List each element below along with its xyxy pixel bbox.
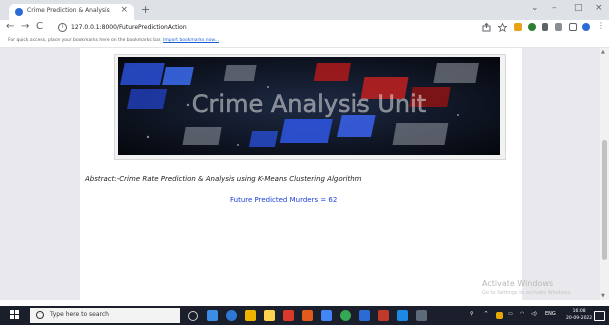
app-icon-orange[interactable]	[302, 310, 313, 321]
clock-date: 20-09-2022	[566, 316, 593, 321]
page-side-margin-left	[0, 48, 80, 300]
reload-button[interactable]: C	[36, 21, 43, 32]
chrome-icon[interactable]	[340, 310, 351, 321]
taskbar-clock[interactable]: 16:08 20-09-2022	[566, 308, 592, 322]
import-bookmarks-link[interactable]: Import bookmarks now...	[163, 38, 219, 43]
folder-icon[interactable]	[264, 310, 275, 321]
close-window-button[interactable]: ×	[595, 3, 603, 13]
cortana-icon[interactable]	[188, 311, 198, 321]
bookmarks-bar: For quick access, place your bookmarks h…	[0, 37, 609, 48]
browser-toolbar: ← → C i 127.0.0.1:8000/FuturePredictionA…	[0, 20, 609, 37]
tray-chevron-icon[interactable]: ^	[484, 311, 488, 317]
page-viewport: Crime Analysis Unit Abstract:-Crime Rate…	[0, 48, 600, 300]
share-icon[interactable]	[482, 23, 491, 32]
browser-tab[interactable]: Crime Prediction & Analysis ×	[9, 4, 134, 20]
tab-strip: Crime Prediction & Analysis × + ⌄ – □ ×	[0, 0, 609, 20]
site-info-icon[interactable]: i	[58, 23, 67, 32]
edge-icon[interactable]	[226, 310, 237, 321]
url-text[interactable]: 127.0.0.1:8000/FuturePredictionAction	[71, 24, 187, 31]
search-icon	[36, 311, 44, 319]
crime-analysis-banner-image: Crime Analysis Unit	[118, 57, 500, 155]
address-bar[interactable]: i 127.0.0.1:8000/FuturePredictionAction	[53, 21, 433, 35]
new-tab-button[interactable]: +	[141, 3, 150, 16]
clock-time: 16:08	[572, 309, 586, 314]
tray-app-icon[interactable]	[496, 312, 503, 319]
profile-avatar-icon[interactable]	[582, 23, 590, 31]
abstract-text: Abstract:-Crime Rate Prediction & Analys…	[85, 175, 362, 183]
extension-shield-icon[interactable]	[528, 23, 536, 31]
app-icon-grey[interactable]	[416, 310, 427, 321]
minimize-button[interactable]: –	[552, 3, 557, 13]
back-button[interactable]: ←	[6, 21, 14, 32]
banner-text: Crime Analysis Unit	[192, 90, 426, 118]
taskbar-search-input[interactable]: Type here to search	[30, 308, 180, 323]
favicon-icon	[15, 8, 23, 16]
activate-windows-title: Activate Windows	[482, 279, 554, 288]
app-icon-blue[interactable]	[321, 310, 332, 321]
tab-search-icon[interactable]: ⌄	[531, 3, 539, 13]
scrollbar-thumb[interactable]	[602, 140, 607, 260]
tab-close-icon[interactable]: ×	[120, 5, 128, 15]
file-explorer-icon[interactable]	[245, 310, 256, 321]
extension-list-icon[interactable]	[555, 23, 562, 31]
scroll-down-icon[interactable]: ▼	[601, 293, 605, 299]
sidebar-toggle-icon[interactable]	[569, 23, 577, 31]
app-icon-powerpoint[interactable]	[378, 310, 389, 321]
task-view-icon[interactable]	[207, 310, 218, 321]
page-side-margin-right	[522, 48, 600, 300]
app-icon-store[interactable]	[397, 310, 408, 321]
extension-puzzle-icon[interactable]	[542, 23, 548, 31]
extension-icon[interactable]	[514, 23, 522, 31]
app-icon-word[interactable]	[359, 310, 370, 321]
windows-start-icon[interactable]	[10, 310, 20, 320]
tray-volume-icon[interactable]: ◁)	[531, 311, 537, 317]
prediction-result: Future Predicted Murders = 62	[230, 196, 338, 204]
windows-taskbar: Type here to search ⚲ ^ ▭ ◠ ◁) ENG 16:08…	[0, 306, 609, 325]
bookmark-star-icon[interactable]	[498, 23, 507, 32]
maximize-button[interactable]: □	[574, 3, 583, 13]
tray-battery-icon[interactable]: ▭	[508, 311, 513, 317]
menu-kebab-icon[interactable]: ⋮	[597, 21, 605, 30]
tab-title: Crime Prediction & Analysis	[27, 7, 110, 14]
activate-windows-subtitle: Go to Settings to activate Windows.	[482, 290, 572, 296]
scroll-up-icon[interactable]: ▲	[601, 49, 605, 55]
tray-language[interactable]: ENG	[545, 311, 556, 317]
tray-person-icon[interactable]: ⚲	[470, 311, 474, 317]
notification-icon[interactable]	[594, 311, 605, 321]
tray-wifi-icon[interactable]: ◠	[520, 311, 524, 317]
forward-button[interactable]: →	[21, 21, 29, 32]
app-icon-red[interactable]	[283, 310, 294, 321]
bookmarks-hint: For quick access, place your bookmarks h…	[8, 38, 162, 43]
search-placeholder: Type here to search	[50, 311, 109, 318]
